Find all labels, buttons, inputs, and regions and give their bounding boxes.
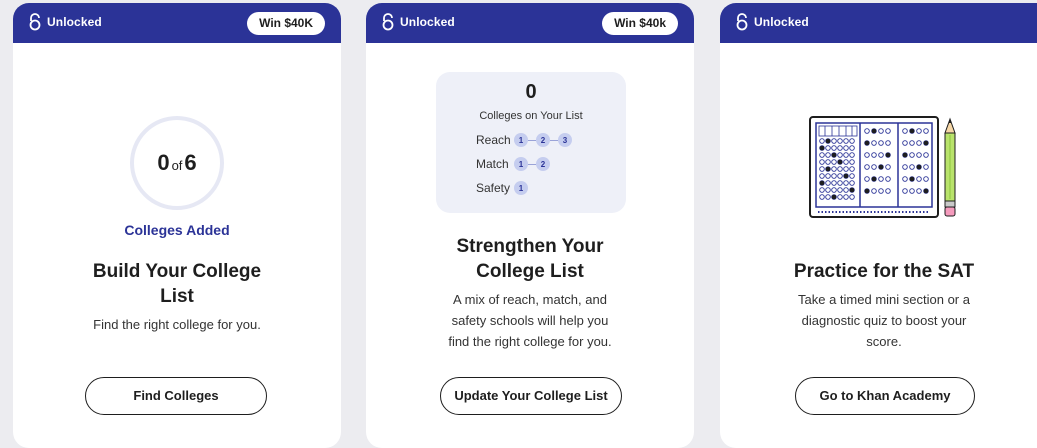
card-title-line-2: College List — [476, 261, 584, 282]
find-colleges-button[interactable]: Find Colleges — [85, 377, 267, 415]
slot-connector — [550, 139, 558, 141]
card-practice-sat: Unlocked Practice for the SAT Take a tim… — [720, 3, 1037, 448]
card-description-line-1: Take a timed mini section or a — [798, 292, 970, 307]
slot-connector — [528, 163, 536, 165]
tier-name: Reach — [476, 133, 511, 147]
update-college-list-button[interactable]: Update Your College List — [440, 377, 622, 415]
college-list-summary: 0 Colleges on Your List Reach 1 2 3 Matc… — [436, 72, 626, 213]
card-title-line-1: Build Your College — [92, 261, 262, 282]
slot-dot: 1 — [514, 157, 528, 171]
unlock-icon — [382, 13, 394, 31]
card-description-line-3: find the right college for you. — [448, 334, 612, 349]
card-description-line-2: diagnostic quiz to boost your — [801, 313, 967, 328]
card-description-line-1: A mix of reach, match, and — [453, 292, 607, 307]
progress-total: 6 — [184, 150, 197, 175]
slot-dot: 1 — [514, 133, 528, 147]
progress-label: Colleges Added — [124, 222, 230, 238]
card-header: Unlocked Win $40k — [366, 3, 694, 43]
slot-dot: 2 — [536, 133, 550, 147]
progress-count: 0 — [157, 150, 170, 175]
tier-name: Match — [476, 157, 509, 171]
prize-badge: Win $40k — [602, 12, 678, 35]
card-build-college-list: Unlocked Win $40K 0 of6 Colleges Added Bu… — [13, 3, 341, 448]
prize-badge: Win $40K — [247, 12, 325, 35]
card-strengthen-college-list: Unlocked Win $40k 0 Colleges on Your Lis… — [366, 3, 694, 448]
card-description-line-2: safety schools will help you — [451, 313, 609, 328]
status-label: Unlocked — [400, 15, 455, 29]
card-header: Unlocked Win $40K — [13, 3, 341, 43]
tier-row-reach: Reach 1 2 3 — [476, 132, 572, 148]
progress-of: of — [171, 158, 183, 173]
tier-row-safety: Safety 1 — [476, 180, 528, 196]
slot-dot: 1 — [514, 181, 528, 195]
go-to-khan-academy-button[interactable]: Go to Khan Academy — [795, 377, 975, 415]
test-sheet-illustration — [809, 116, 956, 218]
pencil-illustration — [944, 117, 956, 217]
card-title-line-1: Strengthen Your — [456, 236, 604, 257]
list-label: Colleges on Your List — [479, 110, 583, 122]
tier-row-match: Match 1 2 — [476, 156, 550, 172]
unlock-icon — [736, 13, 748, 31]
card-title-line-2: List — [160, 286, 194, 307]
list-count: 0 — [525, 81, 537, 103]
slot-dot: 3 — [558, 133, 572, 147]
card-description-line-3: score. — [866, 334, 902, 349]
card-title: Practice for the SAT — [793, 261, 975, 282]
card-header: Unlocked — [720, 3, 1037, 43]
slot-dot: 2 — [536, 157, 550, 171]
slot-connector — [528, 139, 536, 141]
status-label: Unlocked — [47, 15, 102, 29]
unlock-icon — [29, 13, 41, 31]
tier-name: Safety — [476, 181, 511, 195]
status-label: Unlocked — [754, 15, 809, 29]
progress-ring: 0 of6 — [130, 116, 224, 210]
card-description: Find the right college for you. — [93, 317, 261, 332]
